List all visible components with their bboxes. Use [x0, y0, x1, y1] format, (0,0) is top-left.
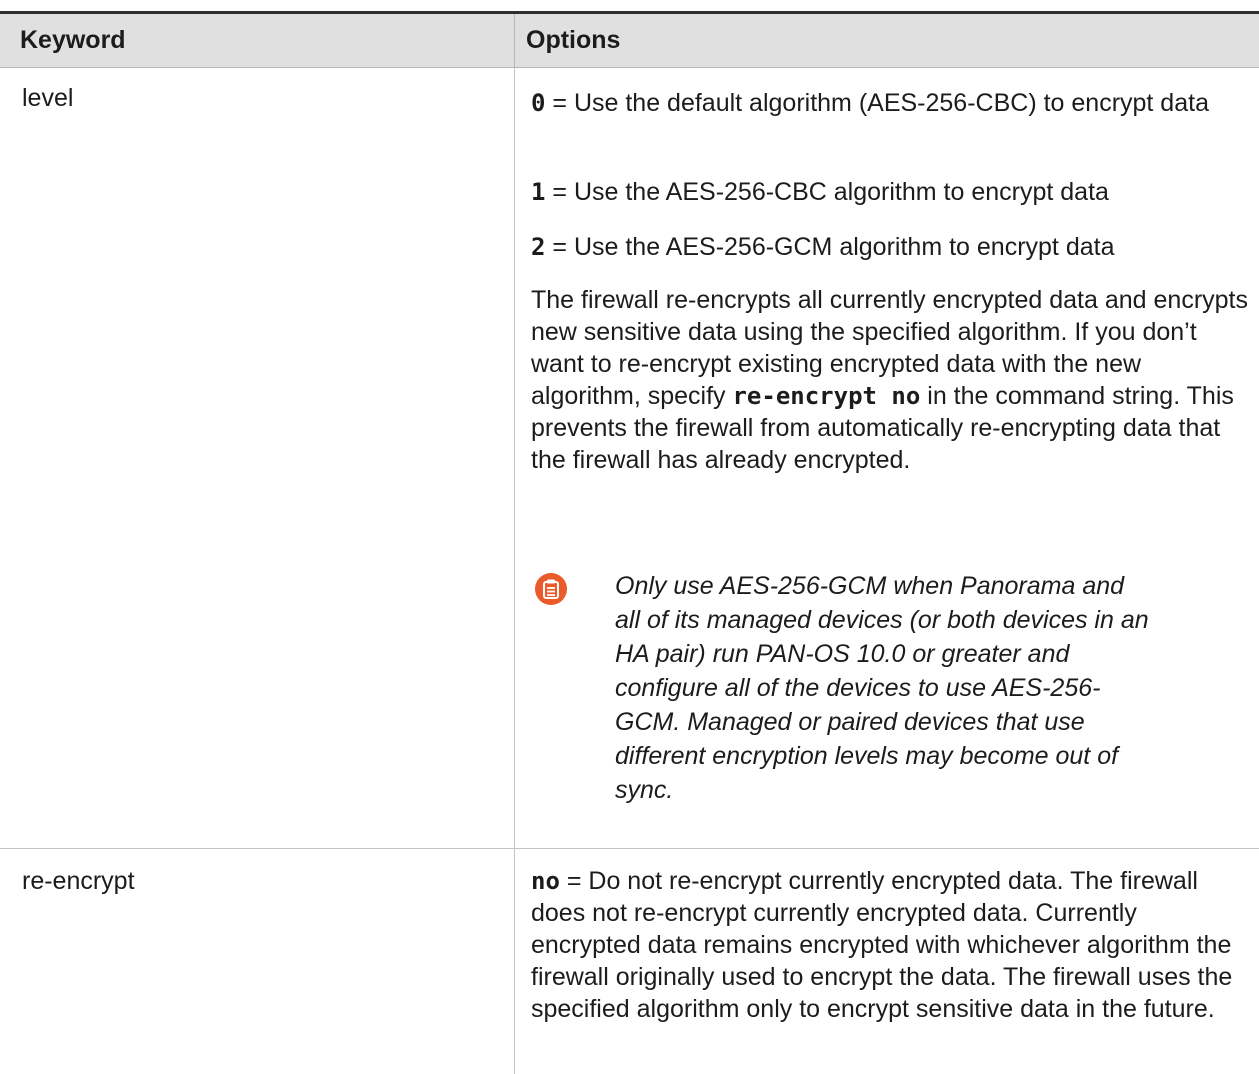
column-divider	[514, 849, 515, 1074]
option-text: = Use the AES-256-CBC algorithm to encry…	[545, 178, 1109, 206]
table-header-row: Keyword Options	[0, 14, 1259, 68]
option-code: no	[531, 867, 560, 895]
clipboard-note-icon	[535, 573, 567, 605]
level-option-2: 2 = Use the AES-256-GCM algorithm to enc…	[531, 231, 1251, 263]
level-option-1: 1 = Use the AES-256-CBC algorithm to enc…	[531, 176, 1251, 208]
level-description-paragraph: The firewall re-encrypts all currently e…	[531, 286, 1248, 474]
header-options: Options	[526, 26, 621, 54]
header-keyword: Keyword	[20, 26, 126, 54]
row-divider	[0, 848, 1259, 849]
option-text: = Do not re-encrypt currently encrypted …	[531, 867, 1233, 1023]
row-keyword-level-label: level	[22, 84, 74, 112]
option-code: 0	[531, 89, 546, 117]
row-keyword-re-encrypt: re-encrypt	[22, 867, 135, 895]
inline-code-re-encrypt-no: re-encrypt no	[732, 382, 921, 410]
option-text: = Use the AES-256-GCM algorithm to encry…	[545, 233, 1115, 261]
option-text: = Use the default algorithm (AES-256-CBC…	[545, 89, 1209, 117]
note-text: Only use AES-256-GCM when Panorama and a…	[615, 572, 1149, 804]
column-divider	[514, 68, 515, 848]
re-encrypt-option-no: no = Do not re-encrypt currently encrypt…	[531, 865, 1251, 1025]
level-option-0: 0 = Use the default algorithm (AES-256-C…	[531, 87, 1251, 119]
header-column-divider	[514, 14, 515, 67]
option-code: 1	[531, 178, 546, 206]
option-code: 2	[531, 233, 546, 261]
